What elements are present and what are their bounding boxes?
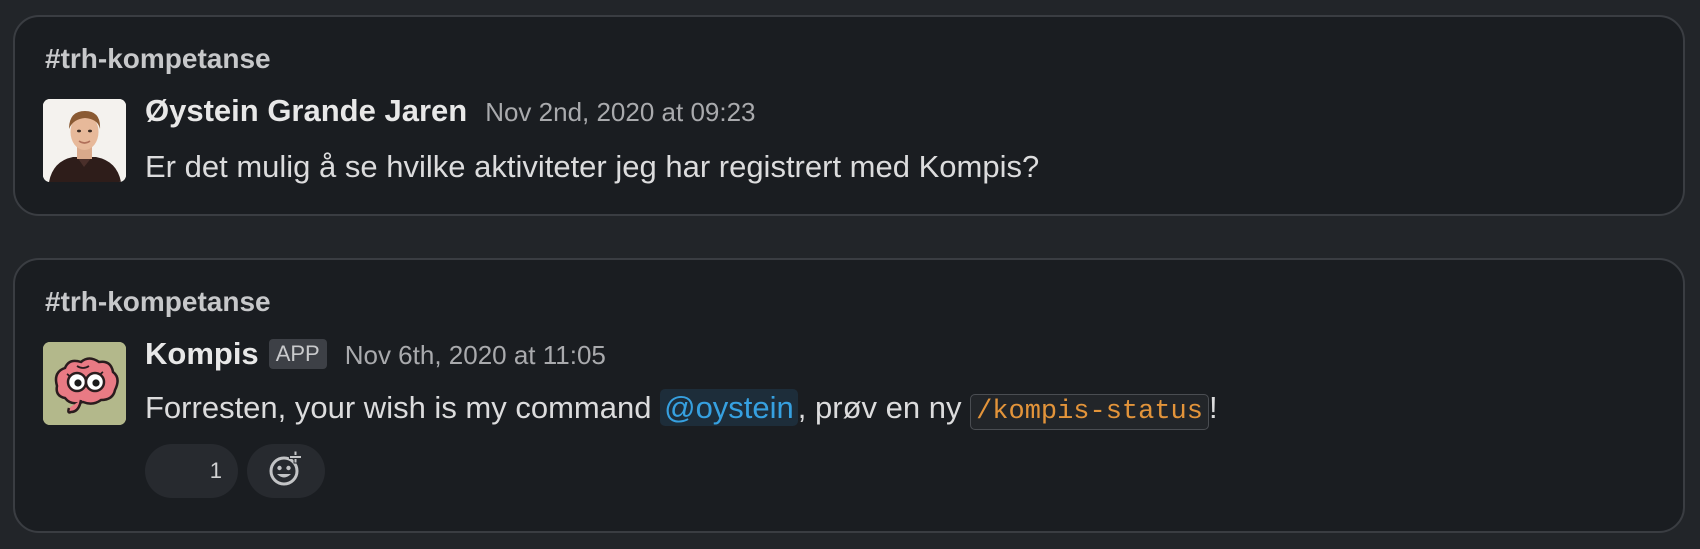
reaction-pill[interactable]: 1 bbox=[145, 444, 238, 498]
add-reaction-button[interactable] bbox=[247, 444, 325, 498]
sender-name[interactable]: Øystein Grande Jaren bbox=[145, 93, 467, 129]
message-card: #trh-kompetanse Øystein Grande Jaren Nov… bbox=[13, 15, 1685, 216]
message-text-part: , prøv en ny bbox=[797, 390, 971, 425]
avatar[interactable] bbox=[43, 342, 126, 425]
reaction-count: 1 bbox=[209, 458, 222, 483]
inline-code: /kompis-status bbox=[970, 394, 1209, 430]
app-badge: APP bbox=[268, 339, 327, 369]
channel-name[interactable]: #trh-kompetanse bbox=[45, 43, 271, 75]
timestamp[interactable]: Nov 6th, 2020 at 11:05 bbox=[345, 340, 606, 371]
avatar[interactable] bbox=[43, 99, 126, 182]
message-card: #trh-kompetanse Kompis APP Nov 6th, 2020… bbox=[13, 258, 1685, 533]
user-mention[interactable]: @oystein bbox=[660, 389, 798, 426]
sender-name[interactable]: Kompis bbox=[145, 336, 259, 372]
message-header: Øystein Grande Jaren Nov 2nd, 2020 at 09… bbox=[145, 93, 756, 129]
message-text-part: Forresten, your wish is my command bbox=[145, 390, 661, 425]
add-reaction-icon bbox=[266, 449, 306, 494]
message-text-part: ! bbox=[1208, 390, 1218, 425]
message-header: Kompis APP Nov 6th, 2020 at 11:05 bbox=[145, 336, 606, 372]
message-text: Forresten, your wish is my command @oyst… bbox=[145, 389, 1218, 430]
message-text: Er det mulig å se hvilke aktiviteter jeg… bbox=[145, 149, 1040, 184]
channel-name[interactable]: #trh-kompetanse bbox=[45, 286, 271, 318]
timestamp[interactable]: Nov 2nd, 2020 at 09:23 bbox=[485, 97, 755, 128]
